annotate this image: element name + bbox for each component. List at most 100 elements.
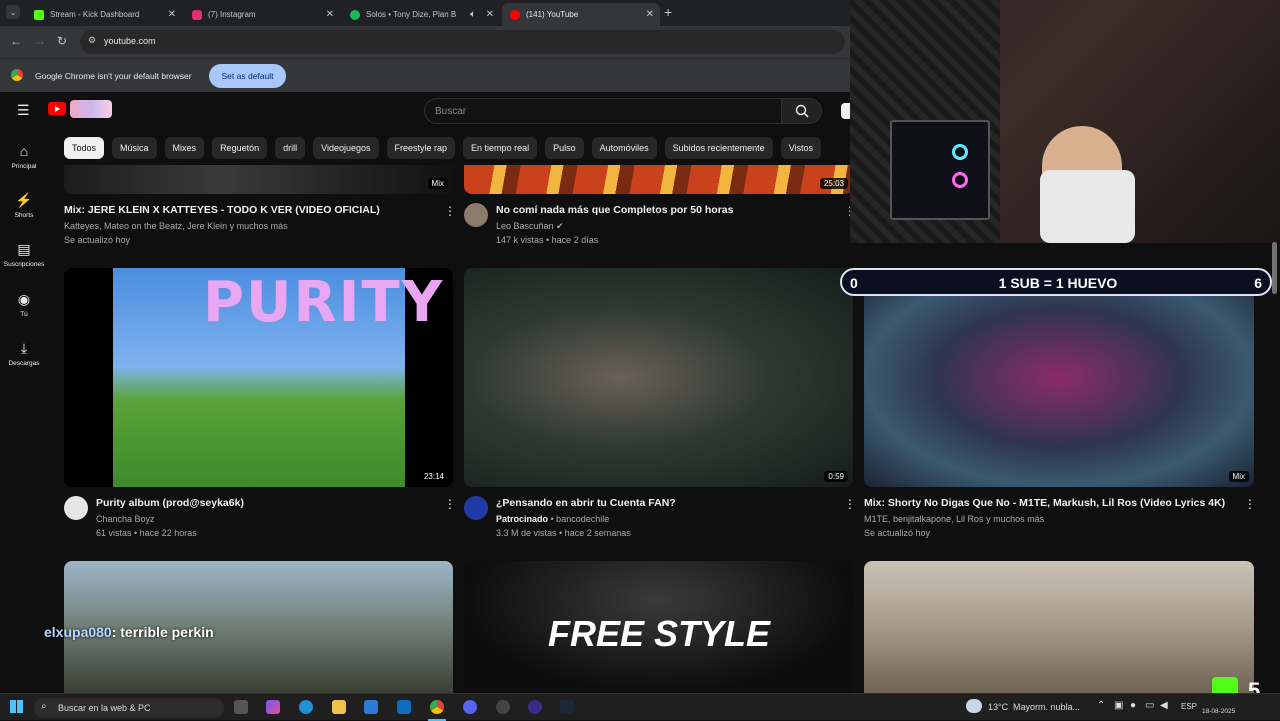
chrome-taskbar-icon[interactable] <box>430 700 444 714</box>
date[interactable]: 18-08-2025 <box>1202 708 1235 715</box>
reload-icon[interactable]: ↻ <box>57 34 67 48</box>
chip-musica[interactable]: Música <box>112 137 157 159</box>
app-icon[interactable] <box>528 700 542 714</box>
video-thumbnail[interactable]: FREE STYLE <box>464 561 853 693</box>
video-thumbnail[interactable]: 25:03 <box>464 165 853 194</box>
network-icon[interactable]: ▭ <box>1145 700 1154 711</box>
search-button[interactable] <box>782 98 822 124</box>
avatar[interactable] <box>464 203 488 227</box>
taskbar-search[interactable]: ⌕ Buscar en la web & PC <box>34 698 224 718</box>
video-channel[interactable]: Katteyes, Mateo on the Beatz, Jere Klein… <box>64 221 288 231</box>
mic-tray-icon[interactable]: ● <box>1130 700 1136 711</box>
site-info-icon[interactable]: ⚙ <box>88 35 96 46</box>
mix-badge: Mix <box>1228 471 1249 482</box>
sponsored-label: Patrocinado <box>496 514 549 524</box>
chip-regueton[interactable]: Reguetón <box>212 137 268 159</box>
tab-kick[interactable]: Stream - Kick Dashboard ✕ <box>26 3 182 26</box>
close-icon[interactable]: ✕ <box>326 9 334 20</box>
youtube-logo[interactable] <box>48 102 66 115</box>
chip-mixes[interactable]: Mixes <box>164 137 205 159</box>
outlook-icon[interactable] <box>397 700 411 714</box>
tab-search-button[interactable]: ⌄ <box>6 5 20 19</box>
weather-text[interactable]: Mayorm. nubla... <box>1013 702 1080 712</box>
chip-freestyle-rap[interactable]: Freestyle rap <box>386 137 456 159</box>
duration-badge: 23:14 <box>419 471 448 482</box>
video-title[interactable]: Mix: Shorty No Digas Que No - M1TE, Mark… <box>864 497 1225 509</box>
video-channel[interactable]: Chancha Boyz <box>96 514 155 524</box>
video-thumbnail[interactable] <box>864 561 1254 693</box>
video-thumbnail[interactable]: Mix <box>864 268 1254 487</box>
back-icon[interactable]: ← <box>10 34 22 48</box>
youtube-doodle[interactable] <box>70 100 112 118</box>
tab-youtube[interactable]: (141) YouTube ✕ <box>502 3 660 26</box>
chip-drill[interactable]: drill <box>275 137 306 159</box>
set-default-button[interactable]: Set as default <box>209 64 286 88</box>
search-input[interactable]: Buscar <box>424 98 782 124</box>
freestyle-text: FREE STYLE <box>547 613 771 654</box>
speaker-icon[interactable]: 🔈︎ <box>470 9 476 20</box>
avatar[interactable] <box>464 496 488 520</box>
tray-chevron-icon[interactable]: ⌃ <box>1097 700 1105 711</box>
tab-spotify[interactable]: Solos • Tony Dize, Plan B 🔈︎ ✕ <box>342 3 500 26</box>
video-thumbnail[interactable]: Mix <box>64 165 453 194</box>
filter-chips: Todos Música Mixes Reguetón drill Videoj… <box>64 137 854 159</box>
video-thumbnail[interactable]: 0:59 <box>464 268 853 487</box>
video-meta: 3.3 M de vistas • hace 2 semanas <box>496 528 631 538</box>
language-indicator[interactable]: ESP <box>1181 702 1197 711</box>
windows-start-icon[interactable] <box>10 700 23 713</box>
chip-todos[interactable]: Todos <box>64 137 105 159</box>
chip-videojuegos[interactable]: Videojuegos <box>313 137 379 159</box>
forward-icon[interactable]: → <box>34 34 46 48</box>
more-options-icon[interactable]: ⋮ <box>1244 497 1256 511</box>
video-title[interactable]: Mix: JERE KLEIN X KATTEYES - TODO K VER … <box>64 204 380 216</box>
chat-text: : terrible perkin <box>111 624 214 640</box>
video-channel[interactable]: M1TE, benjitalkapone, Lil Ros y muchos m… <box>864 514 1044 524</box>
goal-target: 6 <box>1254 275 1262 291</box>
address-bar[interactable]: ⚙ youtube.com <box>80 30 845 54</box>
chip-subidos-recientemente[interactable]: Subidos recientemente <box>664 137 773 159</box>
chip-en-tiempo-real[interactable]: En tiempo real <box>463 137 538 159</box>
more-options-icon[interactable]: ⋮ <box>444 204 456 218</box>
weather-icon[interactable] <box>966 699 982 713</box>
tab-instagram[interactable]: (7) Instagram ✕ <box>184 3 340 26</box>
chip-pulso[interactable]: Pulso <box>545 137 584 159</box>
tray-app-icon[interactable]: ▣ <box>1114 700 1123 711</box>
video-title[interactable]: No comí nada más que Completos por 50 ho… <box>496 204 733 216</box>
video-channel[interactable]: Patrocinado • bancodechile <box>496 514 609 524</box>
file-explorer-icon[interactable] <box>332 700 346 714</box>
mic-icon[interactable] <box>841 103 850 119</box>
video-thumbnail[interactable]: PURITY 23:14 <box>64 268 453 487</box>
chat-message: elxupa080: terrible perkin <box>44 624 214 640</box>
volume-icon[interactable]: ◀ <box>1160 700 1168 711</box>
sidebar-item-home[interactable]: ⌂ Principal <box>0 143 48 170</box>
menu-icon[interactable]: ☰ <box>17 102 30 119</box>
edge-icon[interactable] <box>299 700 313 714</box>
url-text[interactable]: youtube.com <box>104 36 156 46</box>
sidebar-item-you[interactable]: ◉ Tú <box>0 291 48 318</box>
discord-icon[interactable] <box>463 700 477 714</box>
copilot-icon[interactable] <box>266 700 280 714</box>
sidebar-item-subscriptions[interactable]: ▤ Suscripciones <box>0 241 48 268</box>
store-icon[interactable] <box>364 700 378 714</box>
sidebar-item-shorts[interactable]: ⚡ Shorts <box>0 192 48 219</box>
close-icon[interactable]: ✕ <box>646 9 654 20</box>
chip-automoviles[interactable]: Automóviles <box>591 137 657 159</box>
more-options-icon[interactable]: ⋮ <box>844 497 856 511</box>
obs-icon[interactable] <box>496 700 510 714</box>
sidebar-item-downloads[interactable]: ⤓ Descargas <box>0 340 48 367</box>
new-tab-button[interactable]: + <box>664 4 672 20</box>
video-title[interactable]: Purity album (prod@seyka6k) <box>96 497 244 509</box>
video-meta: Se actualizó hoy <box>64 235 131 245</box>
steam-icon[interactable] <box>560 700 574 714</box>
more-options-icon[interactable]: ⋮ <box>444 497 456 511</box>
weather-temp[interactable]: 13°C <box>988 702 1008 712</box>
home-icon: ⌂ <box>19 143 29 159</box>
close-icon[interactable]: ✕ <box>486 9 494 20</box>
video-channel[interactable]: Leo Bascuñan ✔ <box>496 221 564 232</box>
video-title[interactable]: ¿Pensando en abrir tu Cuenta FAN? <box>496 497 676 509</box>
avatar[interactable] <box>64 496 88 520</box>
task-view-icon[interactable] <box>234 700 248 714</box>
chip-vistos[interactable]: Vistos <box>780 137 822 159</box>
scrollbar[interactable] <box>1272 242 1277 294</box>
close-icon[interactable]: ✕ <box>168 9 176 20</box>
